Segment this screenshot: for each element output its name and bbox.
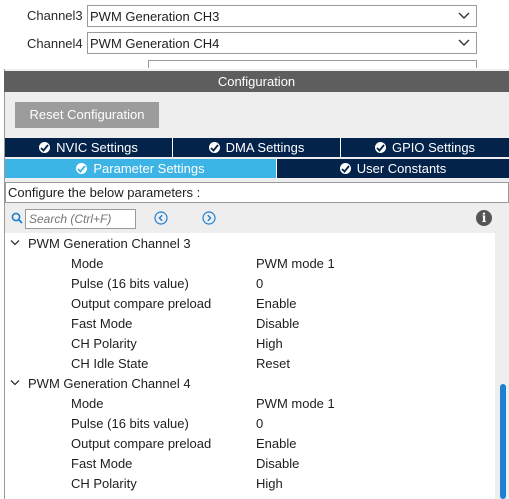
info-icon[interactable]: i — [476, 210, 492, 226]
scrollbar-thumb[interactable] — [500, 384, 506, 499]
param-name: Mode — [71, 256, 104, 271]
param-name: Output compare preload — [71, 296, 212, 311]
group-header-channel3[interactable]: PWM Generation Channel 3 — [10, 236, 191, 251]
configure-instructions: Configure the below parameters : — [5, 182, 509, 203]
chevron-down-icon — [458, 12, 470, 19]
param-value[interactable]: Reset — [256, 356, 290, 371]
param-name: Fast Mode — [71, 456, 133, 471]
param-name: Fast Mode — [71, 316, 133, 331]
check-circle-icon — [374, 142, 386, 153]
channel3-value: PWM Generation CH3 — [90, 9, 220, 24]
tab-label: Parameter Settings — [93, 161, 205, 176]
tab-label: DMA Settings — [225, 140, 305, 155]
param-value[interactable]: 0 — [256, 276, 263, 291]
param-name: CH Polarity — [71, 476, 137, 491]
tab-parameter-settings[interactable]: Parameter Settings — [5, 159, 277, 178]
tab-dma-settings[interactable]: DMA Settings — [173, 138, 341, 157]
partial-select-box[interactable] — [148, 60, 477, 68]
channel4-select[interactable]: PWM Generation CH4 — [87, 32, 477, 54]
chevron-down-icon — [10, 240, 20, 246]
channel4-label: Channel4 — [27, 36, 83, 51]
param-value[interactable]: Enable — [256, 296, 296, 311]
chevron-down-icon — [458, 39, 470, 46]
previous-result-icon[interactable] — [154, 211, 168, 225]
check-circle-icon — [208, 142, 220, 153]
param-value[interactable]: Disable — [256, 316, 299, 331]
param-value[interactable]: 0 — [256, 416, 263, 431]
param-name: Mode — [71, 396, 104, 411]
group-title: PWM Generation Channel 3 — [28, 236, 191, 251]
check-circle-icon — [39, 142, 51, 153]
chevron-down-icon — [10, 380, 20, 386]
group-header-channel4[interactable]: PWM Generation Channel 4 — [10, 376, 191, 391]
search-icon — [11, 212, 23, 224]
param-name: Pulse (16 bits value) — [71, 276, 189, 291]
tab-label: User Constants — [356, 161, 447, 176]
tab-label: NVIC Settings — [56, 140, 138, 155]
param-value[interactable]: High — [256, 336, 283, 351]
tab-gpio-settings[interactable]: GPIO Settings — [341, 138, 509, 157]
channel3-label: Channel3 — [27, 8, 83, 23]
param-name: CH Polarity — [71, 336, 137, 351]
param-value[interactable]: Enable — [256, 436, 296, 451]
configuration-header: Configuration — [4, 71, 509, 92]
reset-configuration-button[interactable]: Reset Configuration — [15, 102, 159, 128]
param-value[interactable]: Disable — [256, 456, 299, 471]
param-value[interactable]: PWM mode 1 — [256, 256, 335, 271]
next-result-icon[interactable] — [202, 211, 216, 225]
group-title: PWM Generation Channel 4 — [28, 376, 191, 391]
tab-label: GPIO Settings — [391, 140, 476, 155]
param-value[interactable]: High — [256, 476, 283, 491]
param-value[interactable]: PWM mode 1 — [256, 396, 335, 411]
check-circle-icon — [339, 163, 351, 174]
search-input[interactable] — [25, 209, 136, 229]
tab-user-constants[interactable]: User Constants — [277, 159, 509, 178]
param-name: CH Idle State — [71, 356, 149, 371]
param-name: Output compare preload — [71, 436, 212, 451]
check-circle-icon — [76, 163, 88, 174]
tab-nvic-settings[interactable]: NVIC Settings — [5, 138, 173, 157]
param-name: Pulse (16 bits value) — [71, 416, 189, 431]
channel4-value: PWM Generation CH4 — [90, 36, 220, 51]
channel3-select[interactable]: PWM Generation CH3 — [87, 5, 477, 27]
